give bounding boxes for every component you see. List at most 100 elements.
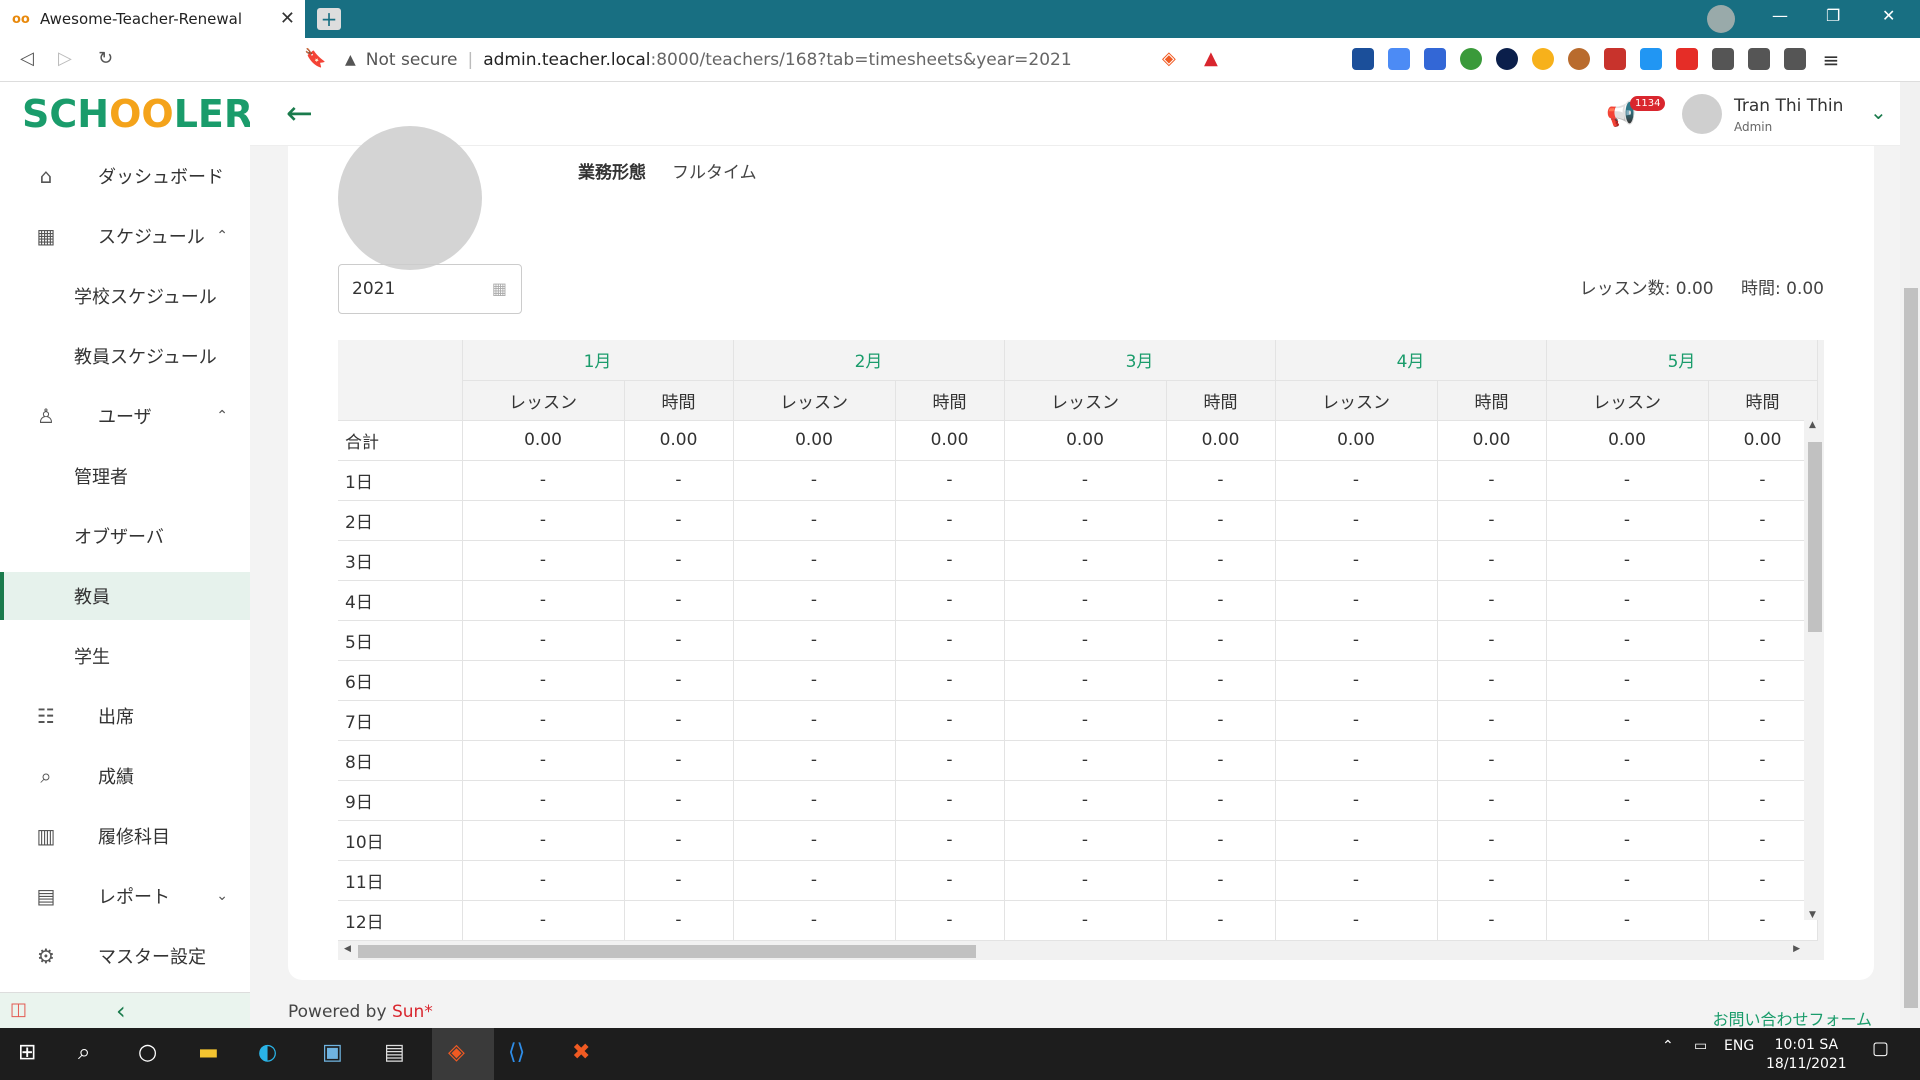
sidebar-item-teachers[interactable]: 教員 bbox=[0, 572, 250, 620]
chevron-down-icon[interactable]: ⌄ bbox=[1870, 100, 1887, 124]
brave-shield-icon[interactable]: ◈ bbox=[1162, 48, 1176, 69]
xampp-icon[interactable]: ✖ bbox=[572, 1040, 590, 1065]
table-cell: - bbox=[895, 820, 1005, 861]
sidebar-collapse-bar[interactable]: ◫ ‹ bbox=[0, 992, 250, 1028]
sidebar-item-admins[interactable]: 管理者 bbox=[0, 452, 250, 500]
table-cell: - bbox=[1166, 860, 1276, 901]
table-cell: - bbox=[624, 780, 734, 821]
chevron-up-icon[interactable]: ⌃ bbox=[1662, 1038, 1674, 1054]
close-window-icon[interactable]: ✕ bbox=[1882, 6, 1895, 25]
youtube-icon[interactable] bbox=[1676, 48, 1698, 70]
playlist-icon[interactable] bbox=[1748, 48, 1770, 70]
table-cell: - bbox=[462, 460, 625, 501]
table-cell: - bbox=[895, 580, 1005, 621]
scroll-thumb[interactable] bbox=[1904, 288, 1918, 1008]
table-cell: - bbox=[1275, 460, 1438, 501]
control-panel-icon[interactable]: ▣ bbox=[322, 1040, 343, 1065]
table-cell: - bbox=[1275, 740, 1438, 781]
windows-start-icon[interactable]: ⊞ bbox=[18, 1040, 36, 1065]
profile-menu-icon[interactable] bbox=[1707, 5, 1735, 33]
bookmark-icon[interactable]: 🔖 bbox=[304, 48, 326, 69]
cortana-icon[interactable]: ○ bbox=[138, 1040, 157, 1065]
translate-icon[interactable] bbox=[1388, 48, 1410, 70]
url-field[interactable]: ▲ Not secure | admin.teacher.local:8000/… bbox=[345, 43, 1240, 77]
extension-icon[interactable] bbox=[1604, 48, 1626, 70]
table-cell: - bbox=[895, 460, 1005, 501]
table-cell: - bbox=[1708, 700, 1818, 741]
puzzle-icon[interactable] bbox=[1712, 48, 1734, 70]
minimize-icon[interactable]: — bbox=[1772, 6, 1788, 25]
scroll-thumb[interactable] bbox=[358, 945, 976, 958]
menu-icon[interactable]: ≡ bbox=[1820, 48, 1842, 72]
search-icon[interactable]: ⌕ bbox=[78, 1040, 90, 1065]
timesheet-table-container: 1月 2月 3月 4月 5月 レッスン 時間 レッスン 時間 レッスン 時間 レッスン 時間 レッスン 時間… bbox=[338, 340, 1824, 960]
chevron-left-icon[interactable]: ‹ bbox=[116, 997, 126, 1025]
extension-icon[interactable] bbox=[1352, 48, 1374, 70]
extension-icon[interactable] bbox=[1424, 48, 1446, 70]
sidebar: SCHOOLER ⌂ ダッシュボード ▦ スケジュール ⌃ 学校スケジュール 教員スケ… bbox=[0, 82, 253, 1028]
sidebar-item-grades[interactable]: ⌕ 成績 bbox=[0, 752, 250, 800]
close-tab-icon[interactable]: ✕ bbox=[280, 8, 295, 29]
table-cell: - bbox=[1166, 580, 1276, 621]
notification-center-icon[interactable]: ▢ bbox=[1872, 1038, 1889, 1059]
extension-icon[interactable] bbox=[1532, 48, 1554, 70]
table-cell: - bbox=[1166, 780, 1276, 821]
table-cell: - bbox=[1166, 700, 1276, 741]
sidebar-item-master-settings[interactable]: ⚙ マスター設定 bbox=[0, 932, 250, 980]
store-icon[interactable]: ▤ bbox=[384, 1040, 405, 1065]
extension-icon[interactable] bbox=[1640, 48, 1662, 70]
forward-nav-icon[interactable]: ▷ bbox=[58, 48, 72, 69]
sidebar-item-dashboard[interactable]: ⌂ ダッシュボード bbox=[0, 152, 250, 200]
corner-header bbox=[338, 340, 463, 421]
chevron-up-icon: ⌃ bbox=[216, 408, 228, 424]
page-vertical-scrollbar[interactable] bbox=[1900, 82, 1920, 1028]
sidebar-item-teacher-schedule[interactable]: 教員スケジュール bbox=[0, 332, 250, 380]
file-explorer-icon[interactable]: ▬ bbox=[198, 1040, 219, 1065]
table-cell: - bbox=[1275, 580, 1438, 621]
sidebar-item-attendance[interactable]: ☷ 出席 bbox=[0, 692, 250, 740]
extension-icon[interactable] bbox=[1460, 48, 1482, 70]
browser-tab[interactable]: oo Awesome-Teacher-Renewal ✕ bbox=[0, 0, 305, 38]
table-cell: - bbox=[1546, 620, 1709, 661]
brave-rewards-icon[interactable]: ▲ bbox=[1204, 48, 1218, 69]
restore-icon[interactable]: ❐ bbox=[1826, 6, 1840, 25]
new-tab-button[interactable]: + bbox=[317, 7, 341, 31]
sidebar-item-courses[interactable]: ▥ 履修科目 bbox=[0, 812, 250, 860]
language-indicator[interactable]: ENG bbox=[1724, 1038, 1754, 1054]
sidebar-item-school-schedule[interactable]: 学校スケジュール bbox=[0, 272, 250, 320]
back-nav-icon[interactable]: ◁ bbox=[20, 48, 34, 69]
schooler-logo[interactable]: SCHOOLER bbox=[22, 92, 253, 136]
brave-taskbar-icon[interactable]: ◈ bbox=[432, 1028, 494, 1080]
row-label: 10日 bbox=[338, 820, 463, 861]
table-horizontal-scrollbar[interactable]: ◀ ▶ bbox=[338, 942, 1824, 960]
vscode-icon[interactable]: ⟨⟩ bbox=[508, 1040, 525, 1065]
attendance-icon: ☷ bbox=[37, 704, 55, 728]
edge-icon[interactable]: ◐ bbox=[258, 1040, 277, 1065]
table-cell: - bbox=[1166, 540, 1276, 581]
sidebar-item-users[interactable]: ♙ ユーザ ⌃ bbox=[0, 392, 250, 440]
windows-taskbar: ⊞ ⌕ ○ ▬ ◐ ▣ ▤ ◈ ⟨⟩ ✖ ⌃ ▭ ENG 10:01 SA 18/… bbox=[0, 1028, 1920, 1080]
employment-type-value: フルタイム bbox=[672, 163, 757, 183]
avatar[interactable] bbox=[1682, 94, 1722, 134]
sidebar-item-observers[interactable]: オブザーバ bbox=[0, 512, 250, 560]
table-cell: - bbox=[733, 900, 896, 941]
reload-icon[interactable]: ↻ bbox=[98, 48, 113, 69]
back-arrow-icon[interactable]: ← bbox=[286, 94, 313, 132]
scroll-thumb[interactable] bbox=[1808, 442, 1822, 632]
table-vertical-scrollbar[interactable]: ▲ ▼ bbox=[1804, 420, 1824, 920]
sidebar-item-reports[interactable]: ▤ レポート ⌄ bbox=[0, 872, 250, 920]
extension-icon[interactable] bbox=[1496, 48, 1518, 70]
contact-form-link[interactable]: お問い合わせフォーム bbox=[1712, 1006, 1872, 1030]
wallet-icon[interactable] bbox=[1784, 48, 1806, 70]
extension-icon[interactable] bbox=[1568, 48, 1590, 70]
display-icon[interactable]: ▭ bbox=[1694, 1038, 1707, 1054]
table-cell: - bbox=[1275, 860, 1438, 901]
year-picker[interactable]: 2021 ▦ bbox=[338, 264, 522, 314]
sidebar-item-schedule[interactable]: ▦ スケジュール ⌃ bbox=[0, 212, 250, 260]
total-cell: 0.00 bbox=[1437, 420, 1547, 461]
table-cell: - bbox=[1004, 580, 1167, 621]
table-cell: - bbox=[1166, 900, 1276, 941]
sidebar-item-students[interactable]: 学生 bbox=[0, 632, 250, 680]
row-label: 7日 bbox=[338, 700, 463, 741]
clock[interactable]: 10:01 SA 18/11/2021 bbox=[1766, 1036, 1847, 1074]
